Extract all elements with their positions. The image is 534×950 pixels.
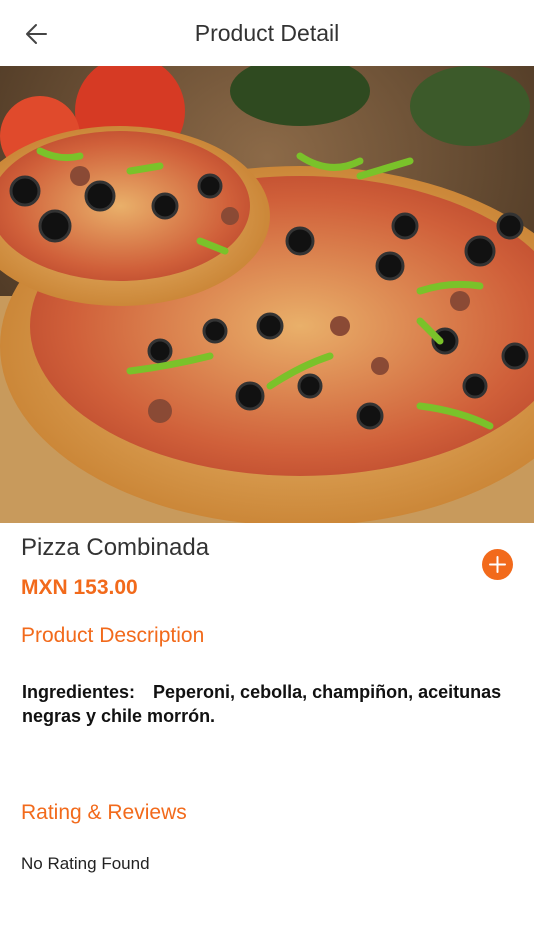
reviews-heading: Rating & Reviews xyxy=(21,801,187,824)
header-bar: Product Detail xyxy=(0,0,534,66)
no-rating-text: No Rating Found xyxy=(21,854,150,873)
description-heading: Product Description xyxy=(21,624,205,647)
ingredients-label: Ingredientes: xyxy=(22,682,136,702)
product-price: MXN 153.00 xyxy=(21,576,138,599)
product-description: Ingredientes: Peperoni, cebolla, champiño… xyxy=(22,680,512,728)
plus-icon xyxy=(489,556,506,573)
add-to-cart-button[interactable] xyxy=(482,549,513,580)
product-name: Pizza Combinada xyxy=(21,534,210,561)
page-title: Product Detail xyxy=(194,20,340,46)
product-image xyxy=(0,66,534,523)
